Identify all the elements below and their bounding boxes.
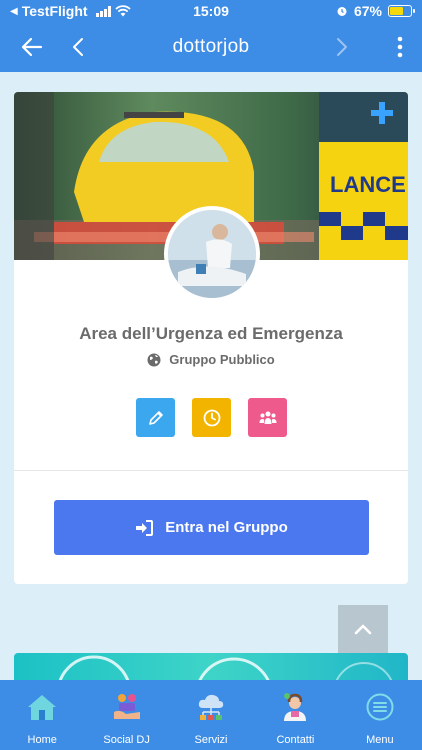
sign-in-icon [136,519,154,536]
globe-icon [147,353,161,366]
history-button[interactable] [192,398,231,437]
chevron-right-icon[interactable] [322,22,362,72]
group-title: Area dell’Urgenza ed Emergenza [79,324,343,343]
members-button[interactable] [248,398,287,437]
social-hands-icon [112,692,142,722]
pencil-icon [148,410,163,425]
support-agent-icon [280,692,310,722]
divider [14,470,408,471]
edit-button[interactable] [136,398,175,437]
alarm-icon [337,7,347,16]
status-left: ◀ TestFlight [10,3,131,19]
tab-menu[interactable]: Menu [338,680,422,750]
wifi-icon [114,5,131,17]
group-type-label: Gruppo Pubblico [169,352,275,367]
tab-social-dj-label: Social DJ [103,734,150,746]
users-icon [259,411,276,424]
next-card-image [14,653,408,683]
chevron-up-icon [354,624,372,635]
group-card: LANCE Area dell’Urgenza ed Emergenza Gru… [14,92,408,584]
app-bar: dottorjob [0,22,422,72]
signal-icon [95,5,111,17]
tab-home-label: Home [27,734,57,746]
tab-contatti[interactable]: Contatti [253,680,337,750]
carrier-label: TestFlight [21,3,88,19]
group-avatar [164,206,260,302]
battery-percent: 67% [353,3,382,19]
tab-contatti-label: Contatti [276,734,315,746]
join-group-button[interactable]: Entra nel Gruppo [54,500,369,555]
chevron-left-icon[interactable] [58,22,98,72]
tab-menu-label: Menu [366,734,394,746]
home-icon [27,692,57,722]
tab-servizi[interactable]: Servizi [169,680,253,750]
status-right: 67% [336,3,415,19]
cloud-network-icon [196,692,226,722]
status-bar: ◀ TestFlight 15:09 67% [0,0,422,22]
join-group-label: Entra nel Gruppo [165,519,288,536]
group-actions [136,398,287,437]
svg-text:LANCE: LANCE [330,172,406,197]
menu-circle-icon [365,692,395,722]
tab-servizi-label: Servizi [194,734,228,746]
tab-social-dj[interactable]: Social DJ [84,680,168,750]
more-vertical-icon[interactable] [380,22,420,72]
group-type: Gruppo Pubblico [14,352,408,367]
battery-icon [388,5,415,17]
back-arrow-icon[interactable] [12,22,52,72]
tab-home[interactable]: Home [0,680,84,750]
back-to-app-icon[interactable]: ◀ [10,6,18,17]
scroll-to-top-button[interactable] [338,605,388,653]
battery-level [390,7,404,15]
bottom-tab-bar: Home Social DJ Servizi Contatti Menu [0,680,422,750]
clock-icon [203,409,220,426]
